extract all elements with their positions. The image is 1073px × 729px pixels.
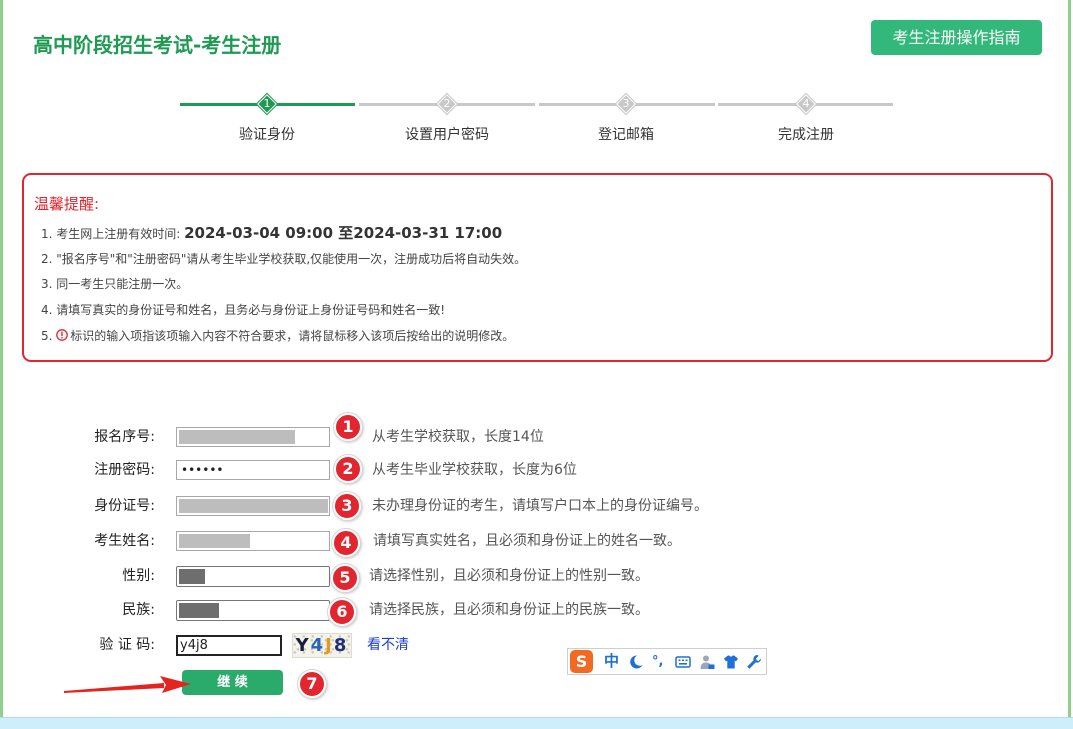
captcha-char: Y bbox=[295, 635, 311, 656]
callout-4: 4 bbox=[332, 529, 360, 557]
left-border bbox=[0, 0, 3, 717]
step-3-label: 登记邮箱 bbox=[598, 127, 654, 143]
password-value: •••••• bbox=[181, 463, 224, 477]
captcha-refresh-link[interactable]: 看不清 bbox=[367, 636, 409, 654]
person-icon[interactable] bbox=[699, 654, 715, 670]
callout-5: 5 bbox=[331, 564, 359, 592]
captcha-label: 验 证 码: bbox=[99, 637, 155, 653]
gender-select[interactable] bbox=[176, 566, 330, 587]
id-number-input[interactable] bbox=[176, 496, 330, 516]
notice-title: 温馨提醒: bbox=[34, 195, 100, 213]
step-4-marker: 4 bbox=[794, 92, 818, 116]
gender-hint: 请选择性别，且必须和身份证上的性别一致。 bbox=[369, 568, 649, 584]
registration-guide-button[interactable]: 考生注册操作指南 bbox=[871, 20, 1042, 55]
callout-1: 1 bbox=[334, 413, 362, 441]
step-number: 3 bbox=[622, 97, 630, 110]
step-1-label: 验证身份 bbox=[239, 127, 295, 143]
registration-number-label: 报名序号: bbox=[94, 429, 155, 445]
id-number-hint: 未办理身份证的考生，请填写户口本上的身份证编号。 bbox=[372, 498, 708, 514]
step-4-label: 完成注册 bbox=[778, 127, 834, 143]
callout-7: 7 bbox=[298, 670, 326, 698]
notice-item-1: 1. 考生网上注册有效时间: 2024-03-04 09:00 至2024-03… bbox=[41, 223, 502, 244]
ethnicity-select[interactable] bbox=[176, 600, 330, 621]
id-number-label: 身份证号: bbox=[94, 498, 155, 514]
step-2-label: 设置用户密码 bbox=[405, 127, 489, 143]
bottom-band bbox=[0, 717, 1073, 729]
wrench-icon[interactable] bbox=[746, 654, 762, 670]
redacted-value bbox=[179, 430, 295, 444]
redacted-value bbox=[179, 569, 205, 584]
ime-toolbar[interactable]: S 中 °, bbox=[567, 648, 767, 675]
registration-password-input[interactable]: •••••• bbox=[176, 460, 330, 480]
keyboard-icon[interactable] bbox=[675, 654, 691, 670]
sogou-logo-icon[interactable]: S bbox=[570, 650, 593, 673]
notice-item-4: 4. 请填写真实的身份证号和姓名，且务必与身份证上身份证号码和姓名一致! bbox=[41, 303, 446, 317]
captcha-char: 8 bbox=[333, 635, 349, 656]
ime-language-mode[interactable]: 中 bbox=[604, 649, 619, 674]
notice-item-2: 2. "报名序号"和"注册密码"请从考生毕业学校获取,仅能使用一次，注册成功后将… bbox=[41, 252, 527, 266]
error-circle-icon bbox=[56, 329, 69, 341]
registration-number-input[interactable] bbox=[176, 427, 330, 447]
red-arrow-annotation bbox=[64, 676, 191, 693]
step-2-marker: 2 bbox=[435, 92, 459, 116]
step-3-marker: 3 bbox=[614, 92, 638, 116]
captcha-value: y4j8 bbox=[180, 638, 208, 653]
gender-label: 性别: bbox=[122, 568, 155, 584]
callout-3: 3 bbox=[333, 492, 361, 520]
student-name-hint: 请填写真实姓名，且必须和身份证上的姓名一致。 bbox=[373, 533, 681, 549]
ethnicity-hint: 请选择民族，且必须和身份证上的民族一致。 bbox=[369, 602, 649, 618]
registration-number-hint: 从考生学校获取，长度14位 bbox=[372, 429, 544, 445]
redacted-value bbox=[179, 499, 328, 513]
student-name-label: 考生姓名: bbox=[94, 533, 155, 549]
shirt-icon[interactable] bbox=[723, 654, 739, 670]
notice-item-prefix: 5. bbox=[41, 329, 57, 343]
notice-item-5: 5. 标识的输入项指该项输入内容不符合要求，请将鼠标移入该项后按给出的说明修改。 bbox=[41, 328, 514, 344]
captcha-char: 4 bbox=[310, 635, 326, 656]
step-1-marker: 1 bbox=[255, 92, 279, 116]
registration-password-label: 注册密码: bbox=[94, 462, 155, 478]
redacted-value bbox=[179, 534, 250, 548]
student-name-input[interactable] bbox=[176, 531, 330, 551]
registration-password-hint: 从考生毕业学校获取，长度为6位 bbox=[372, 462, 577, 478]
redacted-value bbox=[179, 603, 219, 618]
page-title: 高中阶段招生考试-考生注册 bbox=[33, 33, 282, 57]
moon-icon[interactable] bbox=[628, 654, 644, 670]
callout-2: 2 bbox=[334, 455, 362, 483]
right-border bbox=[1068, 0, 1071, 717]
step-number: 4 bbox=[802, 97, 810, 110]
notice-item-prefix: 1. 考生网上注册有效时间: bbox=[41, 227, 185, 241]
continue-button[interactable]: 继 续 bbox=[182, 670, 283, 695]
registration-period: 2024-03-04 09:00 至2024-03-31 17:00 bbox=[184, 224, 503, 242]
ime-punctuation-mode[interactable]: °, bbox=[652, 649, 663, 674]
notice-item-3: 3. 同一考生只能注册一次。 bbox=[41, 277, 189, 291]
step-number: 1 bbox=[263, 97, 271, 110]
captcha-image[interactable]: Y4J8 bbox=[292, 633, 352, 658]
ethnicity-label: 民族: bbox=[122, 602, 155, 618]
captcha-char: J bbox=[325, 635, 334, 656]
notice-item-text: 标识的输入项指该项输入内容不符合要求，请将鼠标移入该项后按给出的说明修改。 bbox=[70, 329, 515, 343]
captcha-input[interactable]: y4j8 bbox=[176, 635, 282, 656]
callout-6: 6 bbox=[328, 598, 356, 626]
step-number: 2 bbox=[443, 97, 451, 110]
